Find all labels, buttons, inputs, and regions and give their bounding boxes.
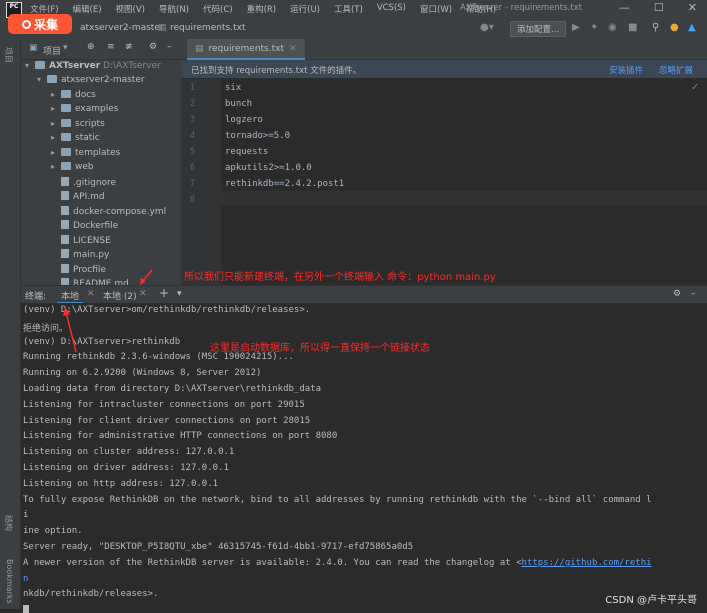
arrow-head	[63, 307, 70, 316]
annotation-arrows	[63, 269, 153, 353]
collect-badge[interactable]: 采集	[8, 14, 72, 34]
annotation-new-terminal: 所以我们只能新建终端，在另外一个终端输入 命令：python main.py	[184, 272, 496, 283]
collect-icon	[21, 19, 31, 29]
annotation-start-database: 这里是启动数据库，所以得一直保持一个链接状态	[210, 343, 430, 354]
arrow-to-command	[65, 311, 77, 353]
watermark: CSDN @卢卡平头哥	[605, 595, 697, 606]
collect-label: 采集	[33, 17, 58, 32]
